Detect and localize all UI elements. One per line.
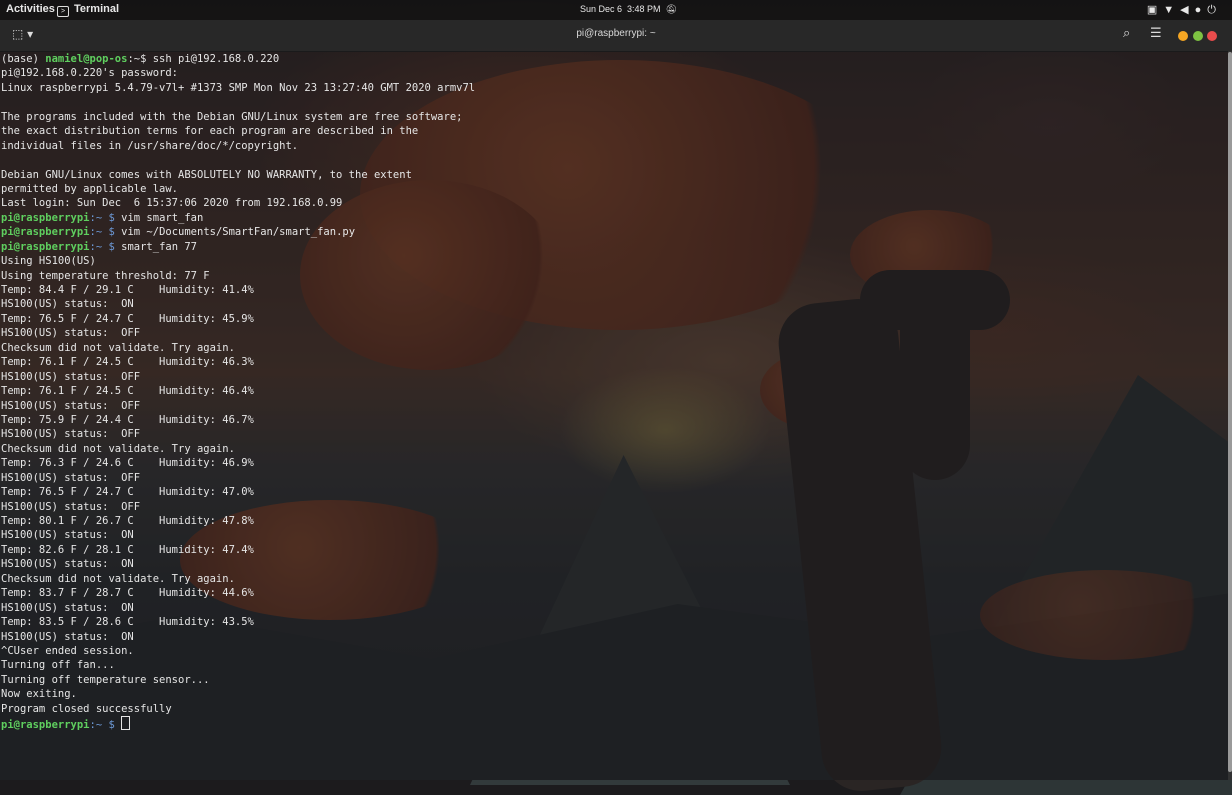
maximize-button[interactable] [1193, 31, 1203, 41]
terminal-line: Temp: 84.4 F / 29.1 C Humidity: 41.4% [1, 284, 254, 296]
conda-env-label: (base) [1, 53, 46, 65]
terminal-line: HS100(US) status: OFF [1, 399, 141, 412]
terminal-line: Turning off temperature sensor... [1, 673, 210, 686]
shell-prompt-user-host: pi@raspberrypi [1, 211, 90, 224]
volume-icon[interactable]: ◀ [1180, 4, 1194, 16]
terminal-line: pi@raspberrypi:~ $ [1, 716, 475, 732]
shell-prompt-path: :~ $ [89, 226, 115, 239]
terminal-line: HS100(US) status: ON [1, 630, 134, 643]
app-menu-label: Terminal [74, 3, 120, 15]
search-button[interactable]: ⌕ [1123, 26, 1130, 41]
shell-command: :~$ ssh pi@192.168.0.220 [127, 53, 280, 65]
shell-prompt-path: :~ $ [89, 240, 115, 253]
terminal-line: Checksum did not validate. Try again. [1, 572, 235, 585]
shell-prompt-path: :~ $ [89, 211, 115, 224]
activities-button[interactable]: Activities [6, 3, 55, 15]
power-icon[interactable]: ⏻ [1207, 4, 1222, 16]
shell-prompt-user-host: namiel@pop-os [45, 53, 128, 65]
top-bar: Activities > Terminal Sun Dec 6 3:48 PM 🔕︎ … [0, 0, 1232, 20]
terminal-line: Now exiting. [1, 688, 77, 701]
shell-prompt-user-host: pi@raspberrypi [1, 226, 90, 239]
terminal-line: Temp: 83.5 F / 28.6 C Humidity: 43.5% [1, 616, 254, 629]
terminal-line: permitted by applicable law. [1, 182, 179, 195]
terminal-line: Using HS100(US) [1, 255, 96, 268]
system-tray[interactable]: ▣▼◀●⏻ [1147, 3, 1222, 17]
terminal-line: ^CUser ended session. [1, 644, 134, 657]
terminal-line: HS100(US) status: ON [1, 529, 134, 542]
terminal-line: Temp: 76.1 F / 24.5 C Humidity: 46.3% [1, 356, 254, 369]
terminal-output[interactable]: (base) namiel@pop-os:~$ ssh pi@192.168.0… [1, 52, 475, 731]
display-icon[interactable]: ▣ [1147, 4, 1163, 16]
terminal-line: HS100(US) status: OFF [1, 500, 141, 513]
terminal-line: Checksum did not validate. Try again. [1, 341, 235, 354]
terminal-line: HS100(US) status: ON [1, 558, 134, 571]
terminal-line: Turning off fan... [1, 659, 115, 672]
terminal-line: HS100(US) status: ON [1, 601, 134, 614]
terminal-line: HS100(US) status: OFF [1, 370, 141, 383]
terminal-line: (base) namiel@pop-os:~$ ssh pi@192.168.0… [1, 52, 475, 66]
scrollbar-thumb[interactable] [1228, 52, 1232, 772]
close-button[interactable] [1207, 31, 1217, 41]
terminal-line: Temp: 75.9 F / 24.4 C Humidity: 46.7% [1, 413, 254, 426]
clock-time: 3:48 PM [627, 4, 661, 14]
terminal-line: the exact distribution terms for each pr… [1, 125, 419, 138]
terminal-line: pi@raspberrypi:~ $ vim smart_fan [1, 211, 475, 225]
terminal-line: Temp: 76.3 F / 24.6 C Humidity: 46.9% [1, 457, 254, 470]
clock[interactable]: Sun Dec 6 3:48 PM 🔕︎ [580, 4, 682, 15]
terminal-line: HS100(US) status: OFF [1, 327, 141, 340]
terminal-line: Last login: Sun Dec 6 15:37:06 2020 from… [1, 197, 343, 210]
shell-prompt-user-host: pi@raspberrypi [1, 719, 90, 732]
terminal-line: Using temperature threshold: 77 F [1, 269, 210, 282]
terminal-line: pi@raspberrypi:~ $ smart_fan 77 [1, 240, 475, 254]
shell-command: vim ~/Documents/SmartFan/smart_fan.py [114, 226, 356, 239]
terminal-headerbar: ⬚ ▾ pi@raspberrypi: ~ ⌕ ☰ [0, 20, 1232, 52]
window-title: pi@raspberrypi: ~ [576, 28, 656, 39]
terminal-line: HS100(US) status: OFF [1, 471, 141, 484]
terminal-line: HS100(US) status: OFF [1, 428, 141, 441]
shell-command: vim smart_fan [114, 211, 204, 224]
menu-button[interactable]: ☰ [1150, 26, 1162, 41]
terminal-line: pi@raspberrypi:~ $ vim ~/Documents/Smart… [1, 225, 475, 239]
terminal-line: Checksum did not validate. Try again. [1, 442, 235, 455]
shell-command: smart_fan 77 [114, 240, 197, 253]
terminal-line: Debian GNU/Linux comes with ABSOLUTELY N… [1, 168, 412, 181]
wifi-icon[interactable]: ▼ [1163, 4, 1180, 16]
bell-off-icon: 🔕︎ [665, 4, 677, 14]
terminal-icon: > [57, 6, 69, 17]
search-icon: ⌕ [1123, 26, 1131, 41]
clock-date: Sun Dec 6 [580, 4, 623, 14]
hamburger-menu-icon: ☰ [1150, 26, 1162, 41]
shell-prompt-user-host: pi@raspberrypi [1, 240, 90, 253]
terminal-line: Temp: 80.1 F / 26.7 C Humidity: 47.8% [1, 515, 254, 527]
terminal-line: Temp: 83.7 F / 28.7 C Humidity: 44.6% [1, 587, 254, 600]
microphone-icon[interactable]: ● [1195, 4, 1208, 16]
terminal-line: HS100(US) status: ON [1, 298, 134, 311]
minimize-button[interactable] [1178, 31, 1188, 41]
terminal-line: Temp: 82.6 F / 28.1 C Humidity: 47.4% [1, 543, 254, 556]
app-menu[interactable]: > Terminal [57, 3, 119, 17]
terminal-line: Temp: 76.5 F / 24.7 C Humidity: 45.9% [1, 312, 254, 325]
terminal-line: Temp: 76.1 F / 24.5 C Humidity: 46.4% [1, 385, 254, 398]
terminal-line: Program closed successfully [1, 702, 172, 715]
terminal-line: Linux raspberrypi 5.4.79-v7l+ #1373 SMP … [1, 81, 476, 94]
text-cursor [121, 716, 131, 731]
terminal-line: individual files in /usr/share/doc/*/cop… [1, 139, 299, 152]
shell-prompt-path: :~ $ [89, 719, 115, 732]
terminal-line: pi@192.168.0.220's password: [1, 67, 179, 80]
terminal-line: The programs included with the Debian GN… [1, 110, 463, 123]
terminal-line: Temp: 76.5 F / 24.7 C Humidity: 47.0% [1, 486, 254, 499]
